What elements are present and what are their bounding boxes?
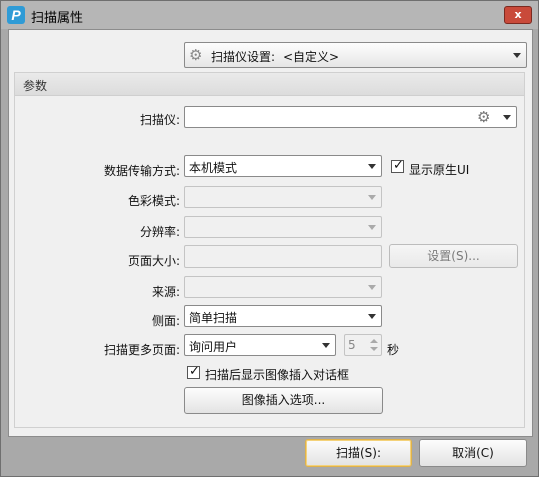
chevron-down-icon [368,225,376,230]
show-native-ui-checkbox[interactable]: ✓ [391,158,404,173]
gear-icon: ⚙ [189,46,203,64]
spinner-arrows-icon[interactable] [369,337,379,353]
chevron-down-icon [368,285,376,290]
chevron-down-icon [368,164,376,169]
source-select[interactable] [184,276,382,298]
color-mode-select[interactable] [184,186,382,208]
scanner-label: 扫描仪: [139,113,180,127]
app-logo-icon: P [7,6,25,24]
color-mode-label: 色彩模式: [127,194,180,208]
scanner-settings-combo[interactable]: ⚙ 扫描仪设置: <自定义> [184,42,527,68]
scan-more-value: 询问用户 [189,340,238,354]
transfer-mode-select[interactable]: 本机模式 [184,155,382,177]
scanner-settings-label: 扫描仪设置: [211,50,276,64]
scanner-select[interactable]: ⚙ [184,106,517,128]
chevron-down-icon [368,195,376,200]
show-native-ui-label: 显示原生UI [409,163,470,177]
gear-icon: ⚙ [477,108,491,126]
source-label: 来源: [151,285,180,299]
chevron-down-icon [513,53,521,58]
spinner-up-icon [370,339,378,343]
scan-more-select[interactable]: 询问用户 [184,334,336,356]
page-size-settings-button[interactable]: 设置(S)... [389,244,518,268]
transfer-mode-label: 数据传输方式: [103,164,180,178]
cancel-button[interactable]: 取消(C) [419,439,527,467]
chevron-down-icon [503,115,511,120]
scan-properties-window: P 扫描属性 x ⚙ 扫描仪设置: <自定义> 参数 扫描仪: ⚙ 数据传输方式… [0,0,539,477]
close-button[interactable]: x [504,6,532,24]
scan-button[interactable]: 扫描(S): [305,439,412,467]
page-size-field[interactable] [184,245,382,268]
title-bar: P 扫描属性 x [1,1,538,29]
sides-select[interactable]: 简单扫描 [184,305,382,327]
resolution-label: 分辨率: [139,225,180,239]
scan-more-seconds-unit: 秒 [387,343,400,357]
dialog-content: ⚙ 扫描仪设置: <自定义> 参数 扫描仪: ⚙ 数据传输方式: 本机模式 ✓ … [8,29,533,437]
spinner-down-icon [370,347,378,351]
scanner-settings-value: <自定义> [283,50,340,64]
parameters-group-title: 参数 [23,79,48,93]
chevron-down-icon [322,343,330,348]
page-size-label: 页面大小: [127,254,180,268]
sides-value: 简单扫描 [189,311,238,325]
window-title: 扫描属性 [31,11,84,26]
scan-more-seconds-stepper[interactable]: 5 [344,334,382,356]
checkmark-icon: ✓ [189,364,200,379]
close-icon: x [514,8,522,21]
chevron-down-icon [368,314,376,319]
parameters-group-header: 参数 [15,73,524,96]
show-insert-dialog-checkbox[interactable]: ✓ [187,364,200,379]
resolution-select[interactable] [184,216,382,238]
sides-label: 侧面: [151,314,180,328]
scan-more-seconds-value: 5 [348,338,356,352]
image-insert-options-button[interactable]: 图像插入选项... [184,387,383,414]
scan-more-label: 扫描更多页面: [103,343,180,357]
transfer-mode-value: 本机模式 [189,161,238,175]
show-insert-dialog-label: 扫描后显示图像插入对话框 [205,368,350,382]
checkmark-icon: ✓ [393,158,404,173]
